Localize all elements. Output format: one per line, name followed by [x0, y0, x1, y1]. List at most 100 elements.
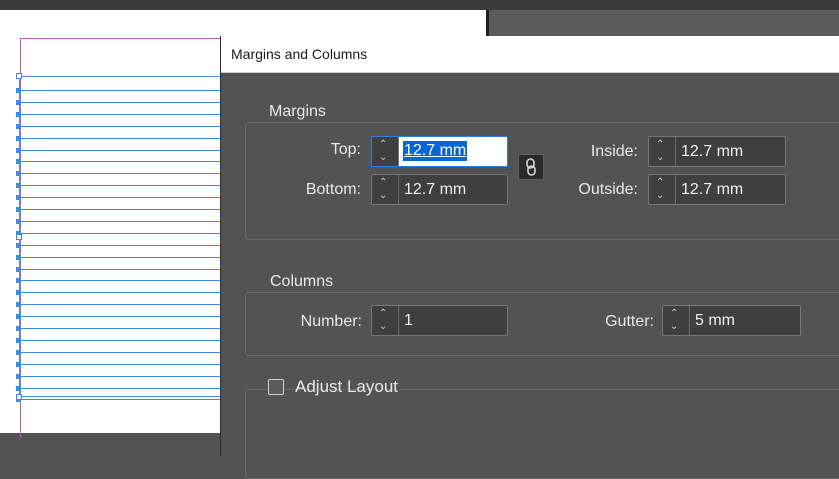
stepper-up-icon[interactable]: ⌃	[379, 309, 387, 319]
stepper-up-icon[interactable]: ⌃	[656, 178, 664, 188]
baseline-grid-line	[20, 304, 230, 306]
baseline-grid-line	[20, 268, 230, 270]
baseline-grid-line	[20, 137, 230, 139]
stepper-up-icon[interactable]: ⌃	[670, 309, 678, 319]
stepper-down-icon[interactable]: ⌄	[379, 153, 387, 163]
baseline-grid-line	[20, 351, 230, 353]
inside-label: Inside:	[590, 143, 638, 160]
baseline-grid-line	[20, 256, 230, 258]
text-frame[interactable]	[19, 76, 249, 397]
stepper-down-icon[interactable]: ⌄	[656, 153, 664, 163]
adjust-layout-label[interactable]: Adjust Layout	[295, 377, 398, 397]
baseline-grid-line	[20, 339, 230, 341]
line-marker	[16, 361, 21, 367]
number-value[interactable]: 1	[404, 312, 413, 330]
stepper-down-icon[interactable]: ⌄	[379, 322, 387, 332]
baseline-grid-line	[20, 90, 230, 91]
gutter-stepper[interactable]: ⌃ ⌄	[663, 306, 690, 335]
margins-columns-dialog: Margins and Columns Margins Top: ⌃ ⌄ 12.7…	[221, 36, 839, 479]
baseline-grid-line	[20, 185, 230, 187]
number-stepper[interactable]: ⌃ ⌄	[372, 306, 399, 335]
baseline-grid-line	[20, 220, 230, 222]
stepper-down-icon[interactable]: ⌄	[670, 322, 678, 332]
frame-handle-bottom-left[interactable]	[16, 394, 22, 400]
line-marker	[16, 195, 21, 201]
baseline-grid-line	[20, 280, 230, 282]
line-marker	[16, 290, 21, 296]
dialog-titlebar[interactable]: Margins and Columns	[221, 36, 839, 73]
line-marker	[16, 373, 21, 379]
baseline-grid-line	[20, 375, 230, 377]
outside-margin-value[interactable]: 12.7 mm	[681, 181, 743, 199]
baseline-grid-line	[20, 161, 230, 163]
line-marker	[16, 159, 21, 165]
baseline-grid-line	[20, 328, 230, 329]
baseline-grid-line	[20, 113, 230, 115]
frame-handle-top-left[interactable]	[16, 73, 22, 79]
bottom-label: Bottom:	[305, 181, 361, 198]
baseline-grid-line	[20, 316, 230, 318]
baseline-grid-line	[20, 209, 230, 210]
outside-label: Outside:	[578, 181, 638, 198]
line-marker	[16, 349, 21, 355]
line-marker	[16, 278, 21, 284]
chain-link-icon-glyph	[526, 158, 536, 176]
gutter-field[interactable]: ⌃ ⌄ 5 mm	[662, 305, 801, 336]
gutter-value[interactable]: 5 mm	[695, 312, 735, 330]
baseline-grid-line	[20, 232, 230, 234]
line-marker	[16, 218, 21, 224]
stepper-down-icon[interactable]: ⌄	[656, 191, 664, 201]
line-marker	[16, 207, 21, 212]
line-marker	[16, 183, 21, 189]
number-field[interactable]: ⌃ ⌄ 1	[371, 305, 508, 336]
bottom-margin-field[interactable]: ⌃ ⌄ 12.7 mm	[371, 174, 508, 205]
application-top-bar	[0, 0, 839, 10]
stepper-down-icon[interactable]: ⌄	[379, 191, 387, 201]
inside-margin-field[interactable]: ⌃ ⌄ 12.7 mm	[648, 136, 786, 167]
top-label: Top:	[330, 141, 361, 158]
gutter-label: Gutter:	[605, 313, 654, 330]
line-marker	[16, 314, 21, 320]
line-marker	[16, 171, 21, 177]
dialog-title: Margins and Columns	[231, 46, 368, 62]
baseline-grid-line	[20, 399, 230, 401]
baseline-grid-line	[20, 149, 230, 151]
top-margin-value[interactable]: 12.7 mm	[403, 141, 468, 161]
top-margin-field[interactable]: ⌃ ⌄ 12.7 mm	[371, 136, 508, 167]
line-marker	[16, 337, 21, 343]
adjust-layout-checkbox[interactable]	[268, 379, 284, 395]
top-stepper[interactable]: ⌃ ⌄	[372, 137, 399, 166]
baseline-grid-line	[20, 292, 230, 294]
adjust-layout-group	[245, 389, 839, 479]
line-marker	[16, 242, 21, 248]
chain-link-icon[interactable]	[518, 154, 544, 180]
baseline-grid-line	[20, 387, 230, 389]
line-marker	[16, 254, 21, 260]
line-marker	[16, 326, 21, 331]
line-marker	[16, 266, 21, 272]
line-marker	[16, 88, 21, 93]
bottom-stepper[interactable]: ⌃ ⌄	[372, 175, 399, 204]
inside-stepper[interactable]: ⌃ ⌄	[649, 137, 676, 166]
stepper-up-icon[interactable]: ⌃	[656, 140, 664, 150]
outside-margin-field[interactable]: ⌃ ⌄ 12.7 mm	[648, 174, 786, 205]
frame-handle-middle-left[interactable]	[16, 234, 22, 240]
line-marker	[16, 135, 21, 141]
line-marker	[16, 99, 21, 105]
outside-stepper[interactable]: ⌃ ⌄	[649, 175, 676, 204]
number-label: Number:	[300, 313, 362, 330]
baseline-grid-line	[20, 101, 230, 103]
line-marker	[16, 147, 21, 153]
line-marker	[16, 111, 21, 117]
baseline-grid-line	[20, 125, 230, 127]
stepper-up-icon[interactable]: ⌃	[379, 178, 387, 188]
line-marker	[16, 302, 21, 308]
baseline-grid-line	[20, 244, 230, 246]
bottom-margin-value[interactable]: 12.7 mm	[404, 181, 466, 199]
line-marker	[16, 385, 21, 391]
inside-margin-value[interactable]: 12.7 mm	[681, 143, 743, 161]
margins-group-label: Margins	[265, 103, 330, 121]
stepper-up-icon[interactable]: ⌃	[379, 140, 387, 150]
baseline-grid-line	[20, 173, 230, 175]
baseline-grid-line	[20, 363, 230, 365]
